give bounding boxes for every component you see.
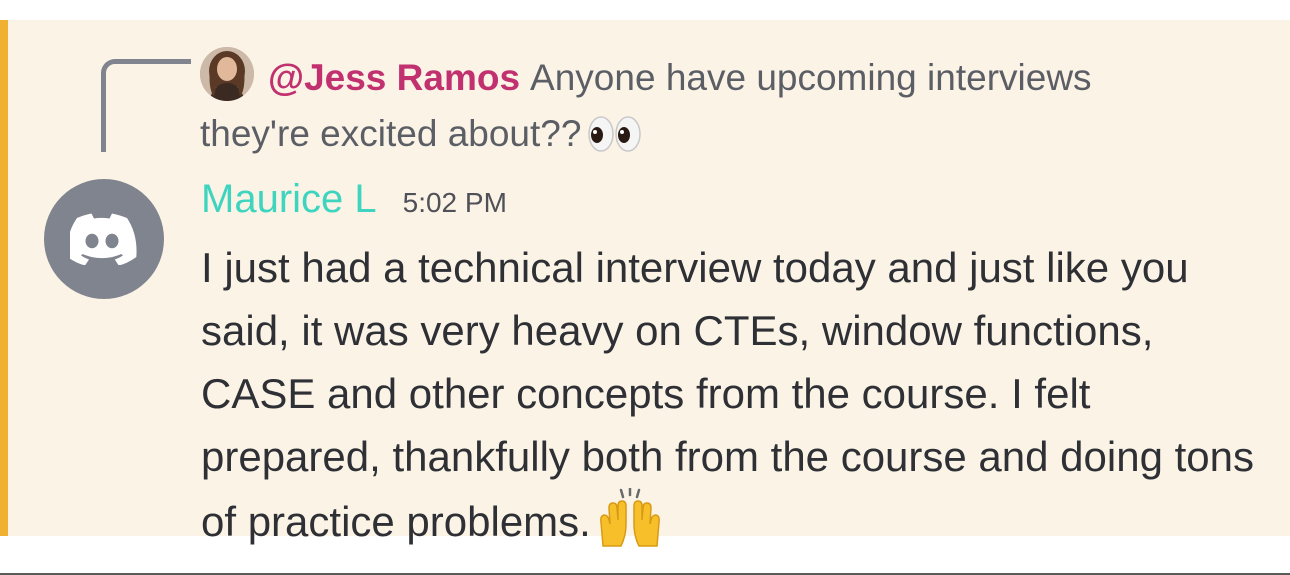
chat-canvas: @Jess Ramos Anyone have upcoming intervie… xyxy=(0,0,1290,575)
message-header: Maurice L 5:02 PM xyxy=(201,177,507,233)
raising-hands-emoji xyxy=(597,486,663,565)
message-highlight: @Jess Ramos Anyone have upcoming intervie… xyxy=(0,20,1290,547)
message-text: I just had a technical interview today a… xyxy=(201,244,1254,545)
discord-logo-icon xyxy=(70,213,137,265)
message-body: I just had a technical interview today a… xyxy=(201,236,1261,565)
eyes-emoji xyxy=(587,114,643,170)
message-timestamp[interactable]: 5:02 PM xyxy=(403,187,507,219)
author-avatar[interactable] xyxy=(44,179,164,299)
author-name[interactable]: Maurice L xyxy=(201,177,377,222)
reply-mention[interactable]: @Jess Ramos xyxy=(268,57,520,98)
reply-connector xyxy=(101,59,191,152)
reply-preview[interactable]: @Jess Ramos Anyone have upcoming intervie… xyxy=(200,50,1200,170)
